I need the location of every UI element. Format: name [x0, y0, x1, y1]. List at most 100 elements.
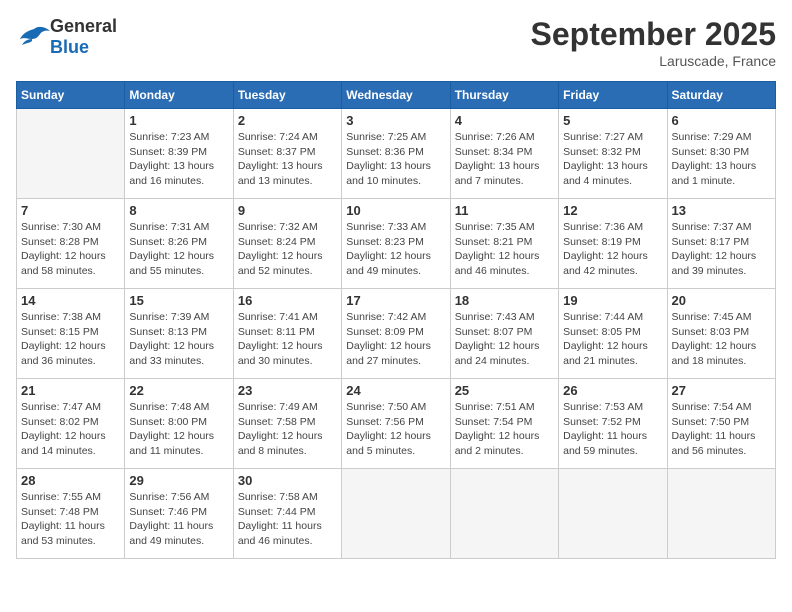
logo-general: General: [50, 16, 117, 37]
day-info: Sunrise: 7:45 AM Sunset: 8:03 PM Dayligh…: [672, 310, 771, 369]
calendar-cell: 19Sunrise: 7:44 AM Sunset: 8:05 PM Dayli…: [559, 289, 667, 379]
header-wednesday: Wednesday: [342, 82, 450, 109]
calendar-cell: 24 Sunrise: 7:50 AM Sunset: 7:56 PM Dayli…: [342, 379, 450, 469]
calendar-cell: 15 Sunrise: 7:39 AM Sunset: 8:13 PM Dayli…: [125, 289, 233, 379]
day-number: 20: [672, 293, 771, 308]
calendar-cell: [450, 469, 558, 559]
month-title: September 2025: [531, 16, 776, 53]
day-number: 17: [346, 293, 445, 308]
page-header: General Blue September 2025 Laruscade, F…: [16, 16, 776, 69]
calendar-cell: [342, 469, 450, 559]
day-info: Sunrise: 7:36 AM Sunset: 8:19 PM Dayligh…: [563, 220, 662, 279]
day-number: 5: [563, 113, 662, 128]
day-number: 16: [238, 293, 337, 308]
day-number: 21: [21, 383, 120, 398]
calendar-week-row: 1 Sunrise: 7:23 AM Sunset: 8:39 PM Daylig…: [17, 109, 776, 199]
header-friday: Friday: [559, 82, 667, 109]
day-number: 28: [21, 473, 120, 488]
header-sunday: Sunday: [17, 82, 125, 109]
day-info: Sunrise: 7:53 AM Sunset: 7:52 PM Dayligh…: [563, 400, 662, 459]
day-info: Sunrise: 7:47 AM Sunset: 8:02 PM Dayligh…: [21, 400, 120, 459]
day-info: Sunrise: 7:32 AM Sunset: 8:24 PM Dayligh…: [238, 220, 337, 279]
header-tuesday: Tuesday: [233, 82, 341, 109]
day-info: Sunrise: 7:39 AM Sunset: 8:13 PM Dayligh…: [129, 310, 228, 369]
title-block: September 2025 Laruscade, France: [531, 16, 776, 69]
calendar-cell: 3Sunrise: 7:25 AM Sunset: 8:36 PM Daylig…: [342, 109, 450, 199]
calendar-table: SundayMondayTuesdayWednesdayThursdayFrid…: [16, 81, 776, 559]
day-number: 3: [346, 113, 445, 128]
day-number: 15: [129, 293, 228, 308]
calendar-cell: 11 Sunrise: 7:35 AM Sunset: 8:21 PM Dayli…: [450, 199, 558, 289]
day-number: 1: [129, 113, 228, 128]
calendar-week-row: 14Sunrise: 7:38 AM Sunset: 8:15 PM Dayli…: [17, 289, 776, 379]
calendar-cell: 16 Sunrise: 7:41 AM Sunset: 8:11 PM Dayli…: [233, 289, 341, 379]
header-monday: Monday: [125, 82, 233, 109]
day-info: Sunrise: 7:41 AM Sunset: 8:11 PM Dayligh…: [238, 310, 337, 369]
day-info: Sunrise: 7:35 AM Sunset: 8:21 PM Dayligh…: [455, 220, 554, 279]
day-number: 4: [455, 113, 554, 128]
logo-text: General Blue: [50, 16, 117, 58]
day-number: 27: [672, 383, 771, 398]
day-number: 23: [238, 383, 337, 398]
day-info: Sunrise: 7:30 AM Sunset: 8:28 PM Dayligh…: [21, 220, 120, 279]
day-info: Sunrise: 7:55 AM Sunset: 7:48 PM Dayligh…: [21, 490, 120, 549]
calendar-cell: 7Sunrise: 7:30 AM Sunset: 8:28 PM Daylig…: [17, 199, 125, 289]
calendar-cell: 22 Sunrise: 7:48 AM Sunset: 8:00 PM Dayli…: [125, 379, 233, 469]
calendar-cell: 12Sunrise: 7:36 AM Sunset: 8:19 PM Dayli…: [559, 199, 667, 289]
day-info: Sunrise: 7:56 AM Sunset: 7:46 PM Dayligh…: [129, 490, 228, 549]
calendar-header-row: SundayMondayTuesdayWednesdayThursdayFrid…: [17, 82, 776, 109]
header-thursday: Thursday: [450, 82, 558, 109]
day-info: Sunrise: 7:48 AM Sunset: 8:00 PM Dayligh…: [129, 400, 228, 459]
day-number: 10: [346, 203, 445, 218]
calendar-cell: 2Sunrise: 7:24 AM Sunset: 8:37 PM Daylig…: [233, 109, 341, 199]
day-number: 30: [238, 473, 337, 488]
day-info: Sunrise: 7:43 AM Sunset: 8:07 PM Dayligh…: [455, 310, 554, 369]
day-number: 9: [238, 203, 337, 218]
calendar-cell: [559, 469, 667, 559]
calendar-cell: 9 Sunrise: 7:32 AM Sunset: 8:24 PM Daylig…: [233, 199, 341, 289]
day-number: 24: [346, 383, 445, 398]
day-number: 11: [455, 203, 554, 218]
calendar-cell: 30 Sunrise: 7:58 AM Sunset: 7:44 PM Dayli…: [233, 469, 341, 559]
day-number: 29: [129, 473, 228, 488]
day-number: 26: [563, 383, 662, 398]
calendar-week-row: 21 Sunrise: 7:47 AM Sunset: 8:02 PM Dayli…: [17, 379, 776, 469]
calendar-week-row: 7Sunrise: 7:30 AM Sunset: 8:28 PM Daylig…: [17, 199, 776, 289]
calendar-cell: [667, 469, 775, 559]
location: Laruscade, France: [531, 53, 776, 69]
calendar-cell: 18Sunrise: 7:43 AM Sunset: 8:07 PM Dayli…: [450, 289, 558, 379]
calendar-cell: 23Sunrise: 7:49 AM Sunset: 7:58 PM Dayli…: [233, 379, 341, 469]
calendar-cell: [17, 109, 125, 199]
day-number: 25: [455, 383, 554, 398]
day-info: Sunrise: 7:50 AM Sunset: 7:56 PM Dayligh…: [346, 400, 445, 459]
calendar-cell: 1 Sunrise: 7:23 AM Sunset: 8:39 PM Daylig…: [125, 109, 233, 199]
calendar-cell: 20 Sunrise: 7:45 AM Sunset: 8:03 PM Dayli…: [667, 289, 775, 379]
calendar-cell: 8 Sunrise: 7:31 AM Sunset: 8:26 PM Daylig…: [125, 199, 233, 289]
day-info: Sunrise: 7:38 AM Sunset: 8:15 PM Dayligh…: [21, 310, 120, 369]
calendar-cell: 29 Sunrise: 7:56 AM Sunset: 7:46 PM Dayli…: [125, 469, 233, 559]
calendar-cell: 13 Sunrise: 7:37 AM Sunset: 8:17 PM Dayli…: [667, 199, 775, 289]
day-info: Sunrise: 7:23 AM Sunset: 8:39 PM Dayligh…: [129, 130, 228, 189]
calendar-cell: 21 Sunrise: 7:47 AM Sunset: 8:02 PM Dayli…: [17, 379, 125, 469]
day-info: Sunrise: 7:27 AM Sunset: 8:32 PM Dayligh…: [563, 130, 662, 189]
calendar-cell: 5 Sunrise: 7:27 AM Sunset: 8:32 PM Daylig…: [559, 109, 667, 199]
logo: General Blue: [16, 16, 117, 58]
day-info: Sunrise: 7:26 AM Sunset: 8:34 PM Dayligh…: [455, 130, 554, 189]
calendar-cell: 28 Sunrise: 7:55 AM Sunset: 7:48 PM Dayli…: [17, 469, 125, 559]
day-number: 8: [129, 203, 228, 218]
day-number: 22: [129, 383, 228, 398]
day-info: Sunrise: 7:44 AM Sunset: 8:05 PM Dayligh…: [563, 310, 662, 369]
day-info: Sunrise: 7:24 AM Sunset: 8:37 PM Dayligh…: [238, 130, 337, 189]
day-info: Sunrise: 7:37 AM Sunset: 8:17 PM Dayligh…: [672, 220, 771, 279]
day-info: Sunrise: 7:58 AM Sunset: 7:44 PM Dayligh…: [238, 490, 337, 549]
logo-blue: Blue: [50, 37, 117, 58]
day-info: Sunrise: 7:51 AM Sunset: 7:54 PM Dayligh…: [455, 400, 554, 459]
day-number: 13: [672, 203, 771, 218]
calendar-cell: 26 Sunrise: 7:53 AM Sunset: 7:52 PM Dayli…: [559, 379, 667, 469]
logo-bird-icon: [16, 25, 46, 49]
calendar-cell: 27 Sunrise: 7:54 AM Sunset: 7:50 PM Dayli…: [667, 379, 775, 469]
calendar-cell: 4 Sunrise: 7:26 AM Sunset: 8:34 PM Daylig…: [450, 109, 558, 199]
day-number: 6: [672, 113, 771, 128]
day-info: Sunrise: 7:54 AM Sunset: 7:50 PM Dayligh…: [672, 400, 771, 459]
day-info: Sunrise: 7:31 AM Sunset: 8:26 PM Dayligh…: [129, 220, 228, 279]
